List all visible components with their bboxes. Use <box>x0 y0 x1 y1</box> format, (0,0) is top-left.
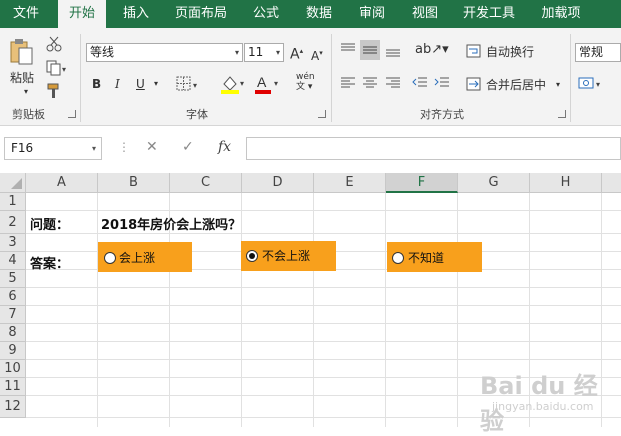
tab-addins[interactable]: 加载项 <box>532 0 590 28</box>
watermark-url: jingyan.baidu.com <box>492 400 594 413</box>
clipboard-launcher-icon[interactable] <box>68 110 76 118</box>
row-header-9[interactable]: 9 <box>0 342 26 360</box>
row-header-6[interactable]: 6 <box>0 288 26 306</box>
format-painter-icon[interactable] <box>46 83 62 99</box>
increase-indent-icon[interactable] <box>434 76 450 90</box>
decrease-indent-icon[interactable] <box>412 76 428 90</box>
number-format-combo[interactable]: 常规 <box>575 43 621 62</box>
row-header-5[interactable]: 5 <box>0 270 26 288</box>
paste-icon[interactable] <box>8 38 34 66</box>
orientation-icon[interactable]: ab↗▾ <box>415 42 449 58</box>
italic-button[interactable]: I <box>115 76 120 92</box>
row-header-4[interactable]: 4 <box>0 252 26 270</box>
column-header-g[interactable]: G <box>458 173 530 193</box>
borders-icon[interactable]: ▾ <box>176 76 197 92</box>
tab-formulas[interactable]: 公式 <box>244 0 288 28</box>
svg-text:▾: ▾ <box>62 65 66 74</box>
merge-center-button[interactable]: 合并后居中 <box>486 77 546 93</box>
font-size-combo[interactable]: 11 ▾ <box>244 43 284 62</box>
align-left-icon[interactable] <box>340 76 356 90</box>
option-button-not-rise[interactable]: 不会上涨 <box>241 241 336 271</box>
underline-button[interactable]: U <box>136 76 145 92</box>
confirm-entry-icon[interactable]: ✓ <box>182 139 194 155</box>
tab-page-layout[interactable]: 页面布局 <box>166 0 236 28</box>
accounting-format-icon[interactable]: ▾ <box>578 76 608 92</box>
underline-dropdown-icon[interactable]: ▾ <box>154 76 158 92</box>
name-box[interactable]: F16 ▾ <box>4 137 102 160</box>
row-header-2[interactable]: 2 <box>0 211 26 234</box>
select-all-corner[interactable] <box>0 173 26 193</box>
svg-text:▾: ▾ <box>596 80 600 89</box>
row-header-7[interactable]: 7 <box>0 306 26 324</box>
svg-text:A: A <box>257 74 267 90</box>
wrap-text-icon[interactable] <box>466 44 482 58</box>
column-header-c[interactable]: C <box>170 173 242 193</box>
svg-text:▾: ▾ <box>193 81 197 90</box>
radio-icon[interactable] <box>392 252 404 264</box>
option-label[interactable]: 不会上涨 <box>262 247 310 264</box>
row-header-8[interactable]: 8 <box>0 324 26 342</box>
font-color-icon[interactable]: A ▾ <box>254 74 278 94</box>
column-header-h[interactable]: H <box>530 173 602 193</box>
ribbon-tab-bar: 文件 开始 插入 页面布局 公式 数据 审阅 视图 开发工具 加载项 <box>0 0 621 29</box>
column-header-a[interactable]: A <box>26 173 98 193</box>
merge-dropdown-icon[interactable]: ▾ <box>556 77 560 93</box>
column-header-e[interactable]: E <box>314 173 386 193</box>
cell-a2[interactable]: 问题： <box>30 214 69 233</box>
column-header-b[interactable]: B <box>98 173 170 193</box>
row-header-10[interactable]: 10 <box>0 360 26 378</box>
align-top-icon[interactable] <box>340 42 356 56</box>
option-button-rise[interactable]: 会上涨 <box>98 242 192 272</box>
tab-home[interactable]: 开始 <box>58 0 106 29</box>
ribbon: 粘贴 ▾ ▾ 剪贴板 等线 ▾ 11 ▾ A▴ A▾ B I U ▾ ▾ ▾ A ▾ … <box>0 28 621 126</box>
alignment-group-label: 对齐方式 <box>420 108 464 121</box>
align-center-icon[interactable] <box>362 76 378 90</box>
font-group-label: 字体 <box>186 108 208 121</box>
radio-selected-icon[interactable] <box>246 250 258 262</box>
row-header-12[interactable]: 12 <box>0 396 26 418</box>
svg-text:▾: ▾ <box>274 79 278 88</box>
svg-text:▾: ▾ <box>240 79 244 88</box>
row-header-1[interactable]: 1 <box>0 193 26 211</box>
cell-b2[interactable]: 2018年房价会上涨吗？ <box>101 214 241 233</box>
tab-view[interactable]: 视图 <box>403 0 447 28</box>
fill-color-icon[interactable]: ▾ <box>220 74 244 94</box>
font-launcher-icon[interactable] <box>318 110 326 118</box>
decrease-font-icon[interactable]: A▾ <box>311 45 323 64</box>
merge-center-icon[interactable] <box>466 77 482 91</box>
option-button-unknown[interactable]: 不知道 <box>387 242 482 272</box>
align-bottom-icon[interactable] <box>385 42 401 58</box>
clipboard-group-label: 剪贴板 <box>12 108 45 121</box>
tab-review[interactable]: 审阅 <box>350 0 394 28</box>
phonetic-guide-icon[interactable]: wén 文 ▾ <box>296 72 315 92</box>
row-header-11[interactable]: 11 <box>0 378 26 396</box>
increase-font-icon[interactable]: A▴ <box>290 43 303 63</box>
column-header-d[interactable]: D <box>242 173 314 193</box>
formula-input[interactable] <box>246 137 621 160</box>
bold-button[interactable]: B <box>92 76 101 92</box>
radio-icon[interactable] <box>104 252 116 264</box>
copy-icon[interactable]: ▾ <box>46 60 66 76</box>
tab-developer[interactable]: 开发工具 <box>456 0 522 28</box>
wrap-text-button[interactable]: 自动换行 <box>486 44 534 60</box>
cancel-entry-icon[interactable]: ✕ <box>146 139 158 155</box>
option-label[interactable]: 会上涨 <box>119 249 155 266</box>
font-name-combo[interactable]: 等线 ▾ <box>86 43 243 62</box>
tab-file[interactable]: 文件 <box>0 0 52 28</box>
align-middle-icon[interactable] <box>360 40 380 60</box>
column-header-partial[interactable] <box>602 173 621 193</box>
option-label[interactable]: 不知道 <box>408 249 444 266</box>
column-header-f[interactable]: F <box>386 173 458 193</box>
cut-icon[interactable] <box>46 36 62 52</box>
cell-a4[interactable]: 答案： <box>30 253 69 272</box>
paste-label[interactable]: 粘贴 <box>10 70 34 86</box>
tab-data[interactable]: 数据 <box>297 0 341 28</box>
tab-insert[interactable]: 插入 <box>112 0 160 28</box>
insert-function-icon[interactable]: fx <box>218 139 231 155</box>
row-header-3[interactable]: 3 <box>0 234 26 252</box>
align-right-icon[interactable] <box>385 76 401 90</box>
alignment-launcher-icon[interactable] <box>558 110 566 118</box>
formula-bar-handle[interactable]: ⋮ <box>118 140 130 154</box>
